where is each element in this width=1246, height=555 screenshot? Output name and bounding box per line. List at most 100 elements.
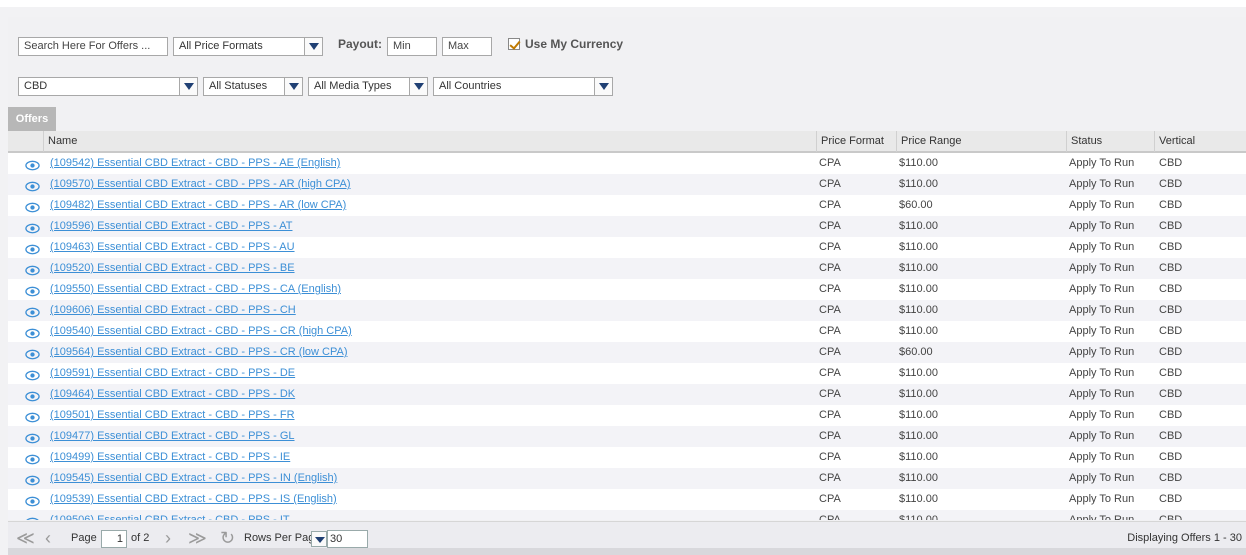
- vertical-select[interactable]: CBD: [18, 77, 198, 96]
- status-cell: Apply To Run: [1069, 325, 1135, 337]
- eye-icon[interactable]: [25, 347, 40, 360]
- column-header-name[interactable]: Name: [43, 131, 816, 152]
- column-header-status[interactable]: Status: [1066, 131, 1154, 152]
- use-currency-checkbox[interactable]: [508, 38, 520, 50]
- eye-icon[interactable]: [25, 389, 40, 402]
- table-row[interactable]: (109564) Essential CBD Extract - CBD - P…: [8, 342, 1246, 363]
- offer-name-link[interactable]: (109463) Essential CBD Extract - CBD - P…: [50, 237, 295, 258]
- country-select[interactable]: All Countries: [433, 77, 613, 96]
- status-cell: Apply To Run: [1069, 178, 1135, 190]
- page-label: Page: [71, 532, 97, 544]
- offer-name-link[interactable]: (109570) Essential CBD Extract - CBD - P…: [50, 174, 351, 195]
- offer-name-link[interactable]: (109464) Essential CBD Extract - CBD - P…: [50, 384, 295, 405]
- price-range-cell: $110.00: [899, 283, 938, 295]
- eye-icon[interactable]: [25, 368, 40, 381]
- offer-name-link[interactable]: (109540) Essential CBD Extract - CBD - P…: [50, 321, 352, 342]
- offer-name-link[interactable]: (109539) Essential CBD Extract - CBD - P…: [50, 489, 337, 510]
- offer-name-link[interactable]: (109520) Essential CBD Extract - CBD - P…: [50, 258, 295, 279]
- table-row[interactable]: (109545) Essential CBD Extract - CBD - P…: [8, 468, 1246, 489]
- prev-page-icon[interactable]: ‹: [45, 529, 51, 547]
- payout-max-input[interactable]: Max: [442, 37, 492, 56]
- eye-icon[interactable]: [25, 242, 40, 255]
- current-page-input[interactable]: 1: [101, 530, 127, 548]
- offer-name-link[interactable]: (109564) Essential CBD Extract - CBD - P…: [50, 342, 347, 363]
- price-format-cell: CPA: [819, 157, 841, 169]
- table-row[interactable]: (109542) Essential CBD Extract - CBD - P…: [8, 153, 1246, 174]
- eye-icon[interactable]: [25, 326, 40, 339]
- offer-name-link[interactable]: (109499) Essential CBD Extract - CBD - P…: [50, 447, 290, 468]
- vertical-cell: CBD: [1159, 178, 1183, 190]
- eye-icon[interactable]: [25, 284, 40, 297]
- status-cell: Apply To Run: [1069, 409, 1135, 421]
- refresh-icon[interactable]: ↻: [220, 529, 235, 547]
- offer-name-link[interactable]: (109596) Essential CBD Extract - CBD - P…: [50, 216, 292, 237]
- eye-icon[interactable]: [25, 452, 40, 465]
- media-type-select[interactable]: All Media Types: [308, 77, 428, 96]
- vertical-cell: CBD: [1159, 430, 1183, 442]
- eye-icon[interactable]: [25, 179, 40, 192]
- offers-table-body: (109542) Essential CBD Extract - CBD - P…: [8, 153, 1246, 520]
- table-row[interactable]: (109540) Essential CBD Extract - CBD - P…: [8, 321, 1246, 342]
- status-select[interactable]: All Statuses: [203, 77, 303, 96]
- last-page-icon[interactable]: ≫: [188, 529, 207, 547]
- table-row[interactable]: (109570) Essential CBD Extract - CBD - P…: [8, 174, 1246, 195]
- rows-per-page-label: Rows Per Page: [244, 532, 311, 544]
- table-row[interactable]: (109477) Essential CBD Extract - CBD - P…: [8, 426, 1246, 447]
- column-header-price-range[interactable]: Price Range: [896, 131, 1066, 152]
- table-row[interactable]: (109482) Essential CBD Extract - CBD - P…: [8, 195, 1246, 216]
- vertical-cell: CBD: [1159, 472, 1183, 484]
- table-row[interactable]: (109596) Essential CBD Extract - CBD - P…: [8, 216, 1246, 237]
- offer-name-link[interactable]: (109591) Essential CBD Extract - CBD - P…: [50, 363, 295, 384]
- vertical-cell: CBD: [1159, 157, 1183, 169]
- eye-icon[interactable]: [25, 158, 40, 171]
- eye-icon[interactable]: [25, 221, 40, 234]
- next-page-icon[interactable]: ›: [165, 529, 171, 547]
- table-row[interactable]: (109520) Essential CBD Extract - CBD - P…: [8, 258, 1246, 279]
- first-page-icon[interactable]: ≪: [16, 529, 35, 547]
- offer-name-link[interactable]: (109542) Essential CBD Extract - CBD - P…: [50, 153, 340, 174]
- status-cell: Apply To Run: [1069, 514, 1135, 520]
- use-currency-label[interactable]: Use My Currency: [525, 37, 623, 51]
- table-row[interactable]: (109501) Essential CBD Extract - CBD - P…: [8, 405, 1246, 426]
- eye-icon[interactable]: [25, 431, 40, 444]
- eye-icon[interactable]: [25, 200, 40, 213]
- table-row[interactable]: (109464) Essential CBD Extract - CBD - P…: [8, 384, 1246, 405]
- price-range-cell: $110.00: [899, 472, 938, 484]
- rows-per-page-input[interactable]: 30: [327, 530, 368, 548]
- table-row[interactable]: (109463) Essential CBD Extract - CBD - P…: [8, 237, 1246, 258]
- offer-name-link[interactable]: (109477) Essential CBD Extract - CBD - P…: [50, 426, 295, 447]
- price-format-select[interactable]: All Price Formats: [173, 37, 323, 56]
- offer-name-link[interactable]: (109482) Essential CBD Extract - CBD - P…: [50, 195, 346, 216]
- table-row[interactable]: (109550) Essential CBD Extract - CBD - P…: [8, 279, 1246, 300]
- table-row[interactable]: (109539) Essential CBD Extract - CBD - P…: [8, 489, 1246, 510]
- grid-header: Name Price Format Price Range Status Ver…: [8, 131, 1246, 153]
- offer-name-link[interactable]: (109550) Essential CBD Extract - CBD - P…: [50, 279, 341, 300]
- price-format-cell: CPA: [819, 220, 841, 232]
- vertical-cell: CBD: [1159, 283, 1183, 295]
- table-row[interactable]: (109506) Essential CBD Extract - CBD - P…: [8, 510, 1246, 520]
- offer-name-link[interactable]: (109506) Essential CBD Extract - CBD - P…: [50, 510, 290, 520]
- offer-name-link[interactable]: (109545) Essential CBD Extract - CBD - P…: [50, 468, 337, 489]
- table-row[interactable]: (109499) Essential CBD Extract - CBD - P…: [8, 447, 1246, 468]
- payout-min-input[interactable]: Min: [387, 37, 437, 56]
- vertical-cell: CBD: [1159, 241, 1183, 253]
- eye-icon[interactable]: [25, 473, 40, 486]
- eye-icon[interactable]: [25, 263, 40, 276]
- column-header-price-format[interactable]: Price Format: [816, 131, 896, 152]
- vertical-cell: CBD: [1159, 514, 1183, 520]
- eye-icon[interactable]: [25, 515, 40, 520]
- tab-offers[interactable]: Offers: [8, 107, 56, 131]
- vertical-cell: CBD: [1159, 409, 1183, 421]
- status-cell: Apply To Run: [1069, 472, 1135, 484]
- rows-per-page-dropdown[interactable]: [311, 531, 327, 547]
- table-row[interactable]: (109606) Essential CBD Extract - CBD - P…: [8, 300, 1246, 321]
- eye-icon[interactable]: [25, 494, 40, 507]
- table-row[interactable]: (109591) Essential CBD Extract - CBD - P…: [8, 363, 1246, 384]
- search-input[interactable]: Search Here For Offers ...: [18, 37, 168, 56]
- column-header-vertical[interactable]: Vertical: [1154, 131, 1246, 152]
- price-range-cell: $110.00: [899, 241, 938, 253]
- offer-name-link[interactable]: (109501) Essential CBD Extract - CBD - P…: [50, 405, 295, 426]
- offer-name-link[interactable]: (109606) Essential CBD Extract - CBD - P…: [50, 300, 296, 321]
- eye-icon[interactable]: [25, 305, 40, 318]
- eye-icon[interactable]: [25, 410, 40, 423]
